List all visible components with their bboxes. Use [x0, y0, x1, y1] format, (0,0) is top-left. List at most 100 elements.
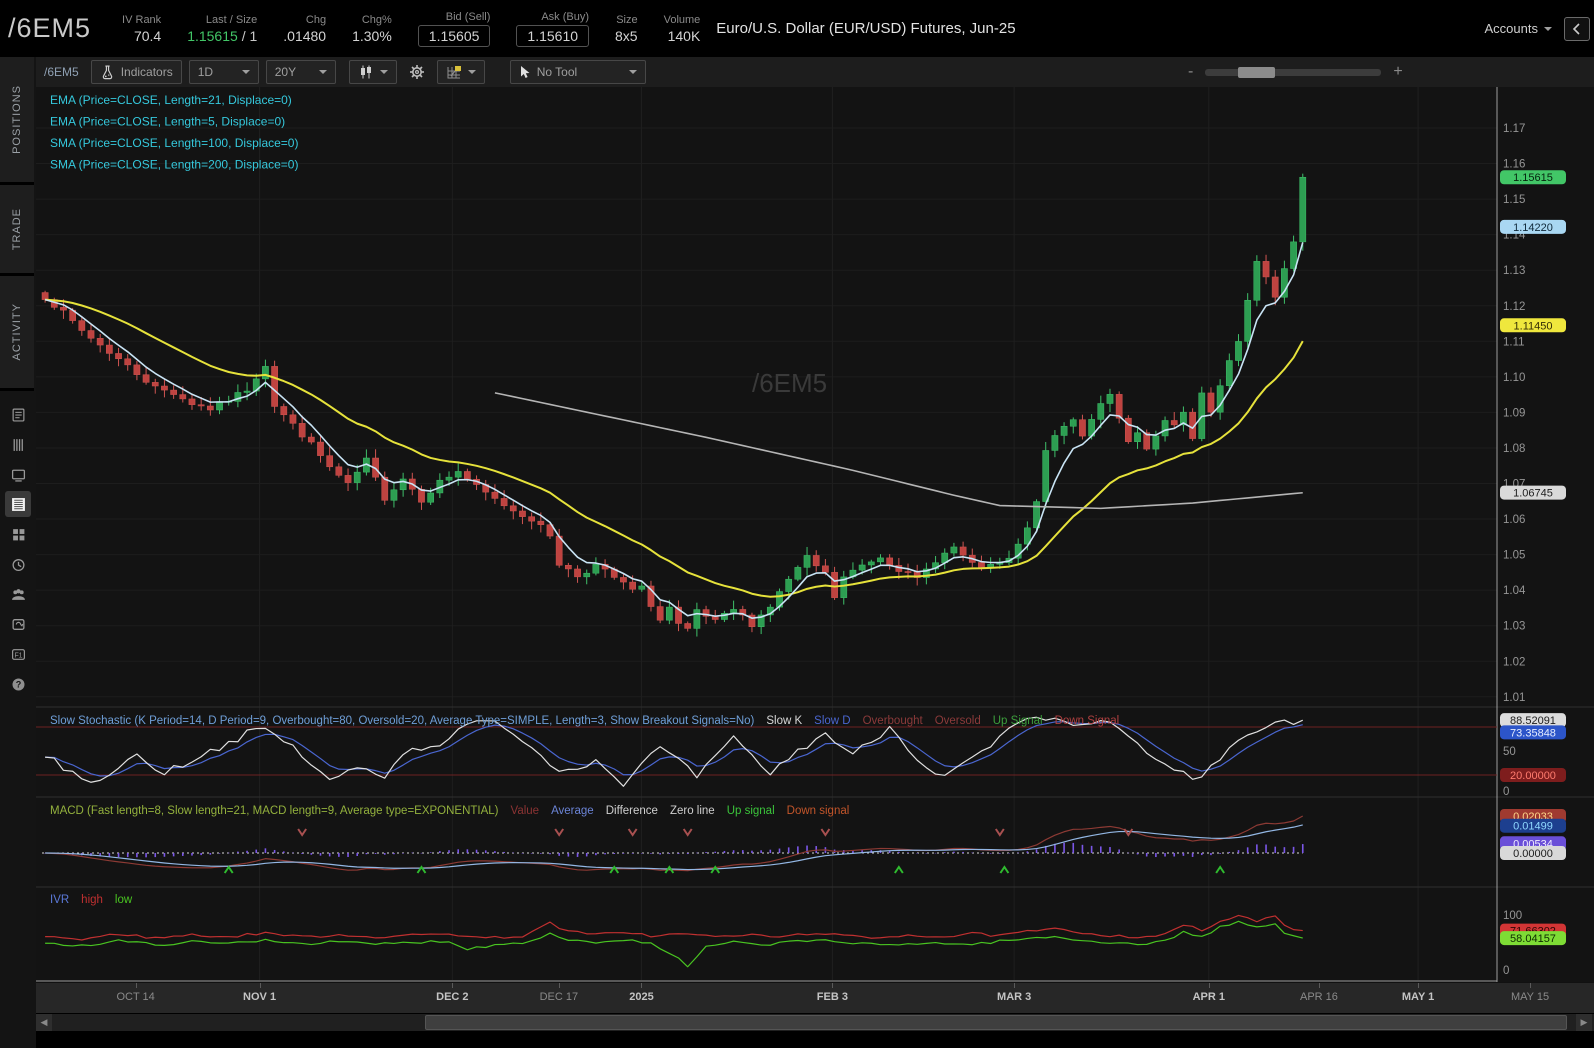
time-axis-label: DEC 2	[436, 991, 469, 1003]
svg-text:EMA (Price=CLOSE, Length=5, Di: EMA (Price=CLOSE, Length=5, Displace=0)	[50, 115, 285, 129]
bid-field: Bid (Sell) 1.15605	[417, 10, 491, 47]
range-value: 20Y	[274, 65, 297, 79]
iv-rank-field: IV Rank 70.4	[122, 13, 161, 45]
time-axis-label: OCT 14	[116, 991, 155, 1003]
sidebar-grid-button[interactable]	[5, 521, 31, 547]
zoom-control: - +	[1188, 57, 1403, 87]
volume-field: Volume 140K	[664, 13, 701, 45]
svg-text:1.14220: 1.14220	[1513, 222, 1553, 234]
last-price: 1.15615	[187, 27, 238, 44]
svg-text:EMA (Price=CLOSE, Length=21, D: EMA (Price=CLOSE, Length=21, Displace=0)	[50, 93, 292, 107]
svg-text:58.04157: 58.04157	[1510, 933, 1556, 945]
price-chart[interactable]: /6EM51.011.021.031.041.051.061.071.081.0…	[36, 87, 1594, 982]
indicators-button[interactable]: Indicators	[90, 60, 182, 84]
time-axis-label: NOV 1	[243, 991, 277, 1003]
svg-text:0.00000: 0.00000	[1513, 848, 1553, 860]
zoom-slider[interactable]	[1205, 66, 1382, 78]
time-axis-label: DEC 17	[539, 991, 579, 1003]
time-axis-tick	[641, 983, 643, 988]
sidebar-history-button[interactable]	[5, 551, 31, 577]
stochastic-pane: 50088.5209173.3584820.00000Slow Stochast…	[36, 713, 1566, 798]
horizontal-scrollbar[interactable]: ◀ ▶	[36, 1014, 1594, 1031]
time-axis-tick	[832, 983, 834, 988]
sidebar-news-button[interactable]	[5, 401, 31, 427]
chg-value: .01480	[283, 27, 327, 44]
chart-type-dropdown[interactable]	[348, 60, 397, 84]
chart-style-dropdown[interactable]	[436, 60, 485, 84]
time-axis-tick	[452, 983, 454, 988]
svg-text:F1: F1	[14, 652, 22, 659]
sidebar-watchlist-button[interactable]	[5, 431, 31, 457]
collapse-panel-button[interactable]	[1564, 16, 1590, 41]
size-value: 8x5	[615, 27, 638, 44]
svg-text:1.15615: 1.15615	[1513, 172, 1553, 184]
svg-text:1.05: 1.05	[1503, 550, 1525, 562]
svg-text:1.13: 1.13	[1503, 265, 1525, 277]
grid-style-icon	[447, 65, 461, 78]
svg-text:SMA (Price=CLOSE, Length=200,: SMA (Price=CLOSE, Length=200, Displace=0…	[50, 158, 298, 172]
time-axis-tick	[1014, 983, 1016, 988]
moving-averages	[44, 242, 1304, 619]
sidebar-charts-button[interactable]	[5, 491, 31, 517]
ivr-pane: 100071.6630258.04157IVRhighlow	[45, 894, 1566, 977]
svg-text:1.08: 1.08	[1503, 443, 1525, 455]
candlesticks	[41, 173, 1307, 637]
last-size-field: Last / Size 1.15615 / 1	[187, 13, 257, 45]
svg-text:1.11450: 1.11450	[1514, 320, 1553, 332]
header: /6EM5 IV Rank 70.4 Last / Size 1.15615 /…	[0, 0, 1594, 57]
svg-text:1.15: 1.15	[1503, 194, 1525, 206]
gear-icon	[409, 65, 424, 79]
sidebar-icon-rail: F1?	[0, 399, 36, 699]
drawing-tool-dropdown[interactable]: No Tool	[509, 60, 646, 84]
chevron-down-icon	[379, 70, 388, 78]
chevron-down-icon	[467, 70, 476, 78]
scroll-left-button[interactable]: ◀	[36, 1014, 52, 1031]
candlestick-chart-icon	[360, 65, 371, 79]
chg-pct-value: 1.30%	[352, 27, 392, 44]
price-axis: 1.011.021.031.041.051.061.071.081.091.10…	[1500, 123, 1566, 704]
chart-settings-button[interactable]	[404, 60, 430, 84]
accounts-menu[interactable]: Accounts	[1485, 21, 1552, 36]
sidebar-tab-activity[interactable]: ACTIVITY	[0, 276, 34, 391]
time-axis-tick	[1418, 983, 1420, 988]
size-field: Size 8x5	[615, 13, 638, 45]
ask-button[interactable]: 1.15610	[516, 25, 590, 47]
chart-toolbar: /6EM5 Indicators 1D 20Y No Tool - +	[36, 57, 1594, 88]
svg-text:1.04: 1.04	[1503, 585, 1526, 597]
sidebar-scan-button[interactable]	[5, 611, 31, 637]
time-axis[interactable]: OCT 14 NOV 1 DEC 2 DEC 17 2025 FEB 3 MAR 3 APR …	[36, 982, 1594, 1013]
sidebar-tv-button[interactable]	[5, 461, 31, 487]
sidebar-tab-positions[interactable]: POSITIONS	[0, 57, 34, 185]
chg-field: Chg .01480	[283, 13, 326, 45]
ask-field: Ask (Buy) 1.15610	[516, 10, 590, 47]
scrollbar-thumb[interactable]	[425, 1015, 1567, 1030]
svg-text:73.35848: 73.35848	[1510, 727, 1556, 739]
left-sidebar: POSITIONS TRADE ACTIVITY F1?	[0, 57, 36, 1048]
timeframe-dropdown[interactable]: 1D	[188, 60, 259, 84]
sidebar-tab-trade[interactable]: TRADE	[0, 185, 34, 276]
svg-text:1.16: 1.16	[1503, 159, 1525, 171]
sidebar-question-button[interactable]: ?	[5, 671, 31, 697]
zoom-out-button[interactable]: -	[1188, 63, 1193, 81]
zoom-in-button[interactable]: +	[1393, 63, 1402, 81]
time-axis-label: MAY 15	[1511, 991, 1550, 1003]
range-dropdown[interactable]: 20Y	[265, 60, 336, 84]
svg-text:50: 50	[1503, 746, 1516, 758]
sidebar-community-button[interactable]	[5, 581, 31, 607]
tv-icon	[11, 469, 25, 482]
zoom-slider-handle[interactable]	[1238, 66, 1276, 78]
sidebar-f1-help-button[interactable]: F1	[5, 641, 31, 667]
scroll-right-button[interactable]: ▶	[1576, 1014, 1592, 1031]
svg-text:1.10: 1.10	[1503, 372, 1525, 384]
last-size: / 1	[241, 27, 258, 44]
svg-text:/6EM5: /6EM5	[752, 368, 827, 398]
iv-rank-value: 70.4	[133, 27, 162, 44]
bid-button[interactable]: 1.15605	[417, 25, 491, 47]
community-icon	[11, 588, 25, 600]
time-axis-tick	[1318, 983, 1320, 988]
drawing-tool-value: No Tool	[536, 65, 578, 79]
price-study-labels: EMA (Price=CLOSE, Length=21, Displace=0)…	[50, 93, 298, 172]
time-axis-tick	[1530, 983, 1532, 988]
time-axis-label: 2025	[629, 991, 654, 1003]
toolbar-symbol: /6EM5	[44, 65, 79, 79]
